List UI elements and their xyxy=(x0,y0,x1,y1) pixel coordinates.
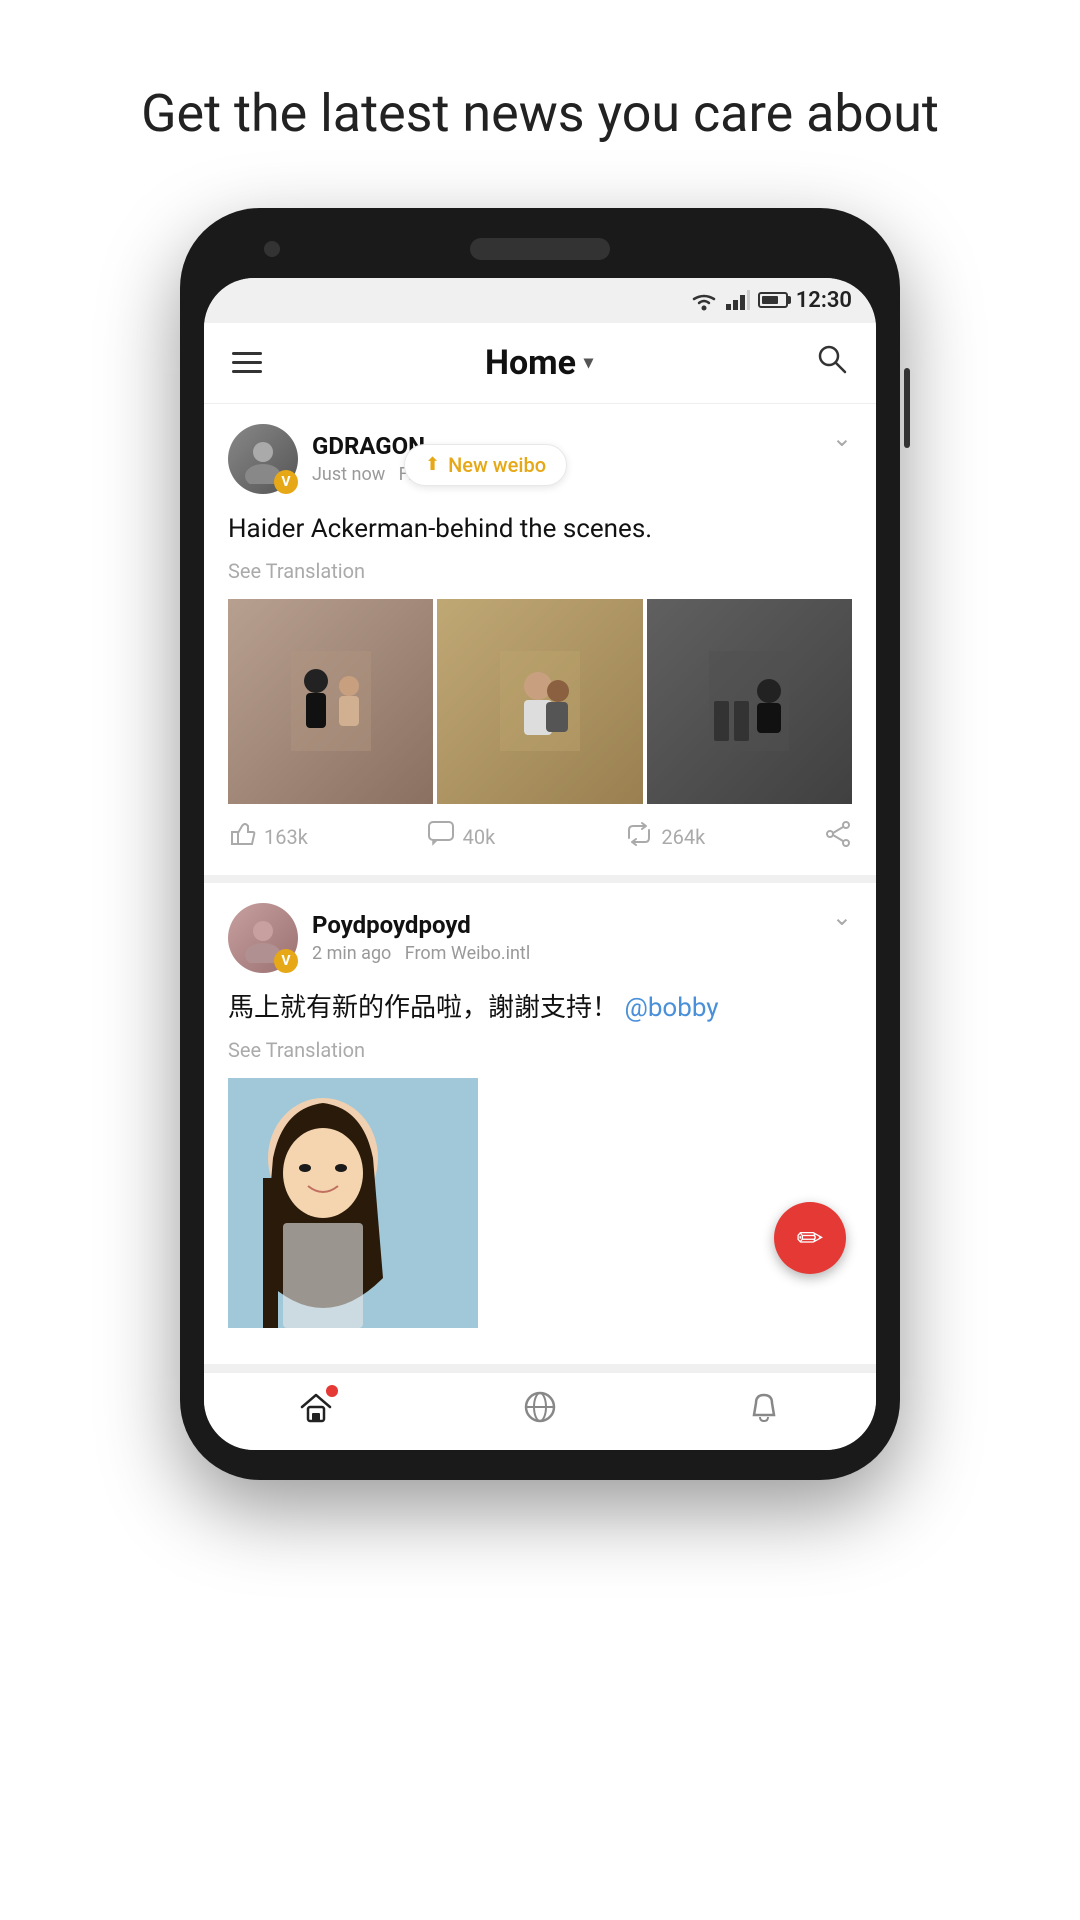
post-1-author: V GDRAGON Just now Fr... xyxy=(228,424,428,494)
bottom-nav xyxy=(204,1372,876,1450)
mention-bobby[interactable]: @bobby xyxy=(624,993,718,1023)
author-meta-2: 2 min ago From Weibo.intl xyxy=(312,943,530,964)
home-notification-dot xyxy=(326,1385,338,1397)
post-2-header: V Poydpoydpoyd 2 min ago From Weibo.intl… xyxy=(228,903,852,973)
see-translation-2[interactable]: See Translation xyxy=(228,1038,852,1062)
comment-count-1: 40k xyxy=(463,825,496,849)
status-time: 12:30 xyxy=(796,288,852,313)
battery-icon xyxy=(758,292,788,308)
post-1: V GDRAGON Just now Fr... ⌄ xyxy=(204,404,876,883)
repost-icon-1 xyxy=(625,820,653,855)
app-header: Home ▾ xyxy=(204,323,876,404)
post-2-content: 馬上就有新的作品啦，謝謝支持！ @bobby xyxy=(228,989,852,1028)
see-translation-1[interactable]: See Translation xyxy=(228,559,852,583)
bell-icon xyxy=(746,1389,782,1434)
menu-button[interactable] xyxy=(232,352,262,373)
front-camera xyxy=(264,241,280,257)
author-info-2: Poydpoydpoyd 2 min ago From Weibo.intl xyxy=(312,911,530,964)
discover-icon xyxy=(522,1389,558,1434)
search-button[interactable] xyxy=(816,343,848,383)
avatar-container-1: V xyxy=(228,424,298,494)
repost-count-1: 264k xyxy=(661,825,705,849)
comment-icon-1 xyxy=(427,820,455,855)
like-button-1[interactable]: 163k xyxy=(228,820,427,855)
dropdown-arrow-icon: ▾ xyxy=(584,352,593,373)
avatar-container-2: V xyxy=(228,903,298,973)
post-1-image-3 xyxy=(647,599,852,804)
status-bar: 12:30 xyxy=(204,278,876,323)
post-2-author: V Poydpoydpoyd 2 min ago From Weibo.intl xyxy=(228,903,530,973)
new-weibo-arrow-icon: ⬆ xyxy=(425,454,440,475)
new-weibo-label: New weibo xyxy=(448,453,546,477)
header-title[interactable]: Home ▾ xyxy=(485,343,593,383)
nav-home[interactable] xyxy=(298,1389,334,1434)
post-1-images xyxy=(228,599,852,804)
post-2-image-1 xyxy=(228,1078,478,1328)
signal-icon xyxy=(726,290,750,310)
verified-badge-1: V xyxy=(274,470,298,494)
post-2-images xyxy=(228,1078,852,1328)
page-headline: Get the latest news you care about xyxy=(81,0,999,208)
post-1-image-2 xyxy=(437,599,642,804)
post-1-content: Haider Ackerman-behind the scenes. xyxy=(228,510,852,549)
post-2: V Poydpoydpoyd 2 min ago From Weibo.intl… xyxy=(204,883,876,1372)
comment-button-1[interactable]: 40k xyxy=(427,820,626,855)
phone-top-bar xyxy=(204,238,876,260)
new-weibo-toast[interactable]: ⬆ New weibo xyxy=(404,444,567,486)
like-icon-1 xyxy=(228,820,256,855)
repost-button-1[interactable]: 264k xyxy=(625,820,824,855)
post-1-image-1 xyxy=(228,599,433,804)
earpiece-speaker xyxy=(470,238,610,260)
post-1-dropdown-icon[interactable]: ⌄ xyxy=(832,424,852,452)
share-button-1[interactable] xyxy=(824,820,852,855)
phone-screen: 12:30 Home ▾ xyxy=(204,278,876,1450)
author-name-2: Poydpoydpoyd xyxy=(312,911,530,939)
like-count-1: 163k xyxy=(264,825,308,849)
compose-fab[interactable]: ✏ xyxy=(774,1202,846,1274)
wifi-icon xyxy=(690,289,718,311)
nav-discover[interactable] xyxy=(522,1389,558,1434)
verified-badge-2: V xyxy=(274,949,298,973)
home-label: Home xyxy=(485,343,576,383)
nav-notifications[interactable] xyxy=(746,1389,782,1434)
power-button xyxy=(904,368,910,448)
post-1-actions: 163k 40k xyxy=(228,820,852,855)
post-2-dropdown-icon[interactable]: ⌄ xyxy=(832,903,852,931)
feed-container: V GDRAGON Just now Fr... ⌄ xyxy=(204,404,876,1372)
status-icons: 12:30 xyxy=(690,288,852,313)
phone-frame: 12:30 Home ▾ xyxy=(180,208,900,1480)
compose-icon: ✏ xyxy=(797,1219,824,1257)
